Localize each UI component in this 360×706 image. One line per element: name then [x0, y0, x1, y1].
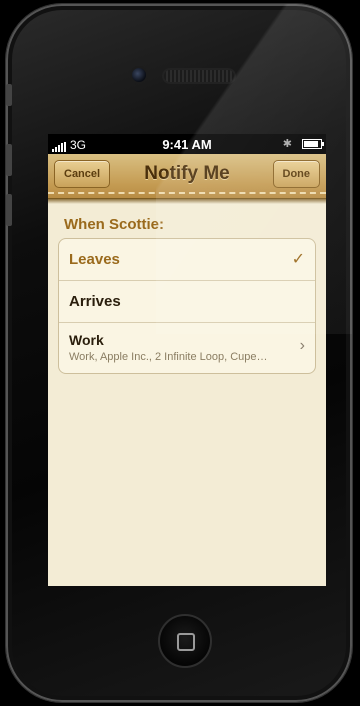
- option-label: Leaves: [69, 251, 120, 268]
- checkmark-icon: ✓: [291, 251, 305, 268]
- earpiece-speaker: [162, 68, 236, 84]
- iphone-frame: 3G 9:41 AM ✱ Cancel Notify Me Done When …: [6, 4, 352, 702]
- option-work[interactable]: Work Work, Apple Inc., 2 Infinite Loop, …: [59, 323, 315, 373]
- mute-switch[interactable]: [6, 84, 12, 106]
- option-arrives[interactable]: Arrives: [59, 281, 315, 323]
- status-bar: 3G 9:41 AM ✱: [48, 134, 326, 154]
- stitch-divider: [48, 192, 326, 194]
- chevron-right-icon: ›: [299, 337, 305, 354]
- option-subtitle: Work, Apple Inc., 2 Infinite Loop, Cupe…: [69, 351, 268, 363]
- volume-up-button[interactable]: [6, 144, 12, 176]
- option-leaves[interactable]: Leaves ✓: [59, 239, 315, 281]
- option-label: Arrives: [69, 293, 121, 310]
- status-right: ✱: [282, 137, 324, 150]
- section-header: When Scottie:: [64, 216, 164, 233]
- home-button[interactable]: [158, 614, 212, 668]
- done-button[interactable]: Done: [272, 160, 320, 188]
- bluetooth-icon: ✱: [282, 138, 292, 150]
- front-camera: [130, 66, 148, 84]
- options-list: Leaves ✓ Arrives Work Work, Apple Inc., …: [58, 238, 316, 374]
- home-square-icon: [177, 633, 195, 651]
- screen: 3G 9:41 AM ✱ Cancel Notify Me Done When …: [48, 134, 326, 586]
- volume-down-button[interactable]: [6, 194, 12, 226]
- battery-icon: [302, 138, 324, 149]
- option-label: Work: [69, 332, 104, 348]
